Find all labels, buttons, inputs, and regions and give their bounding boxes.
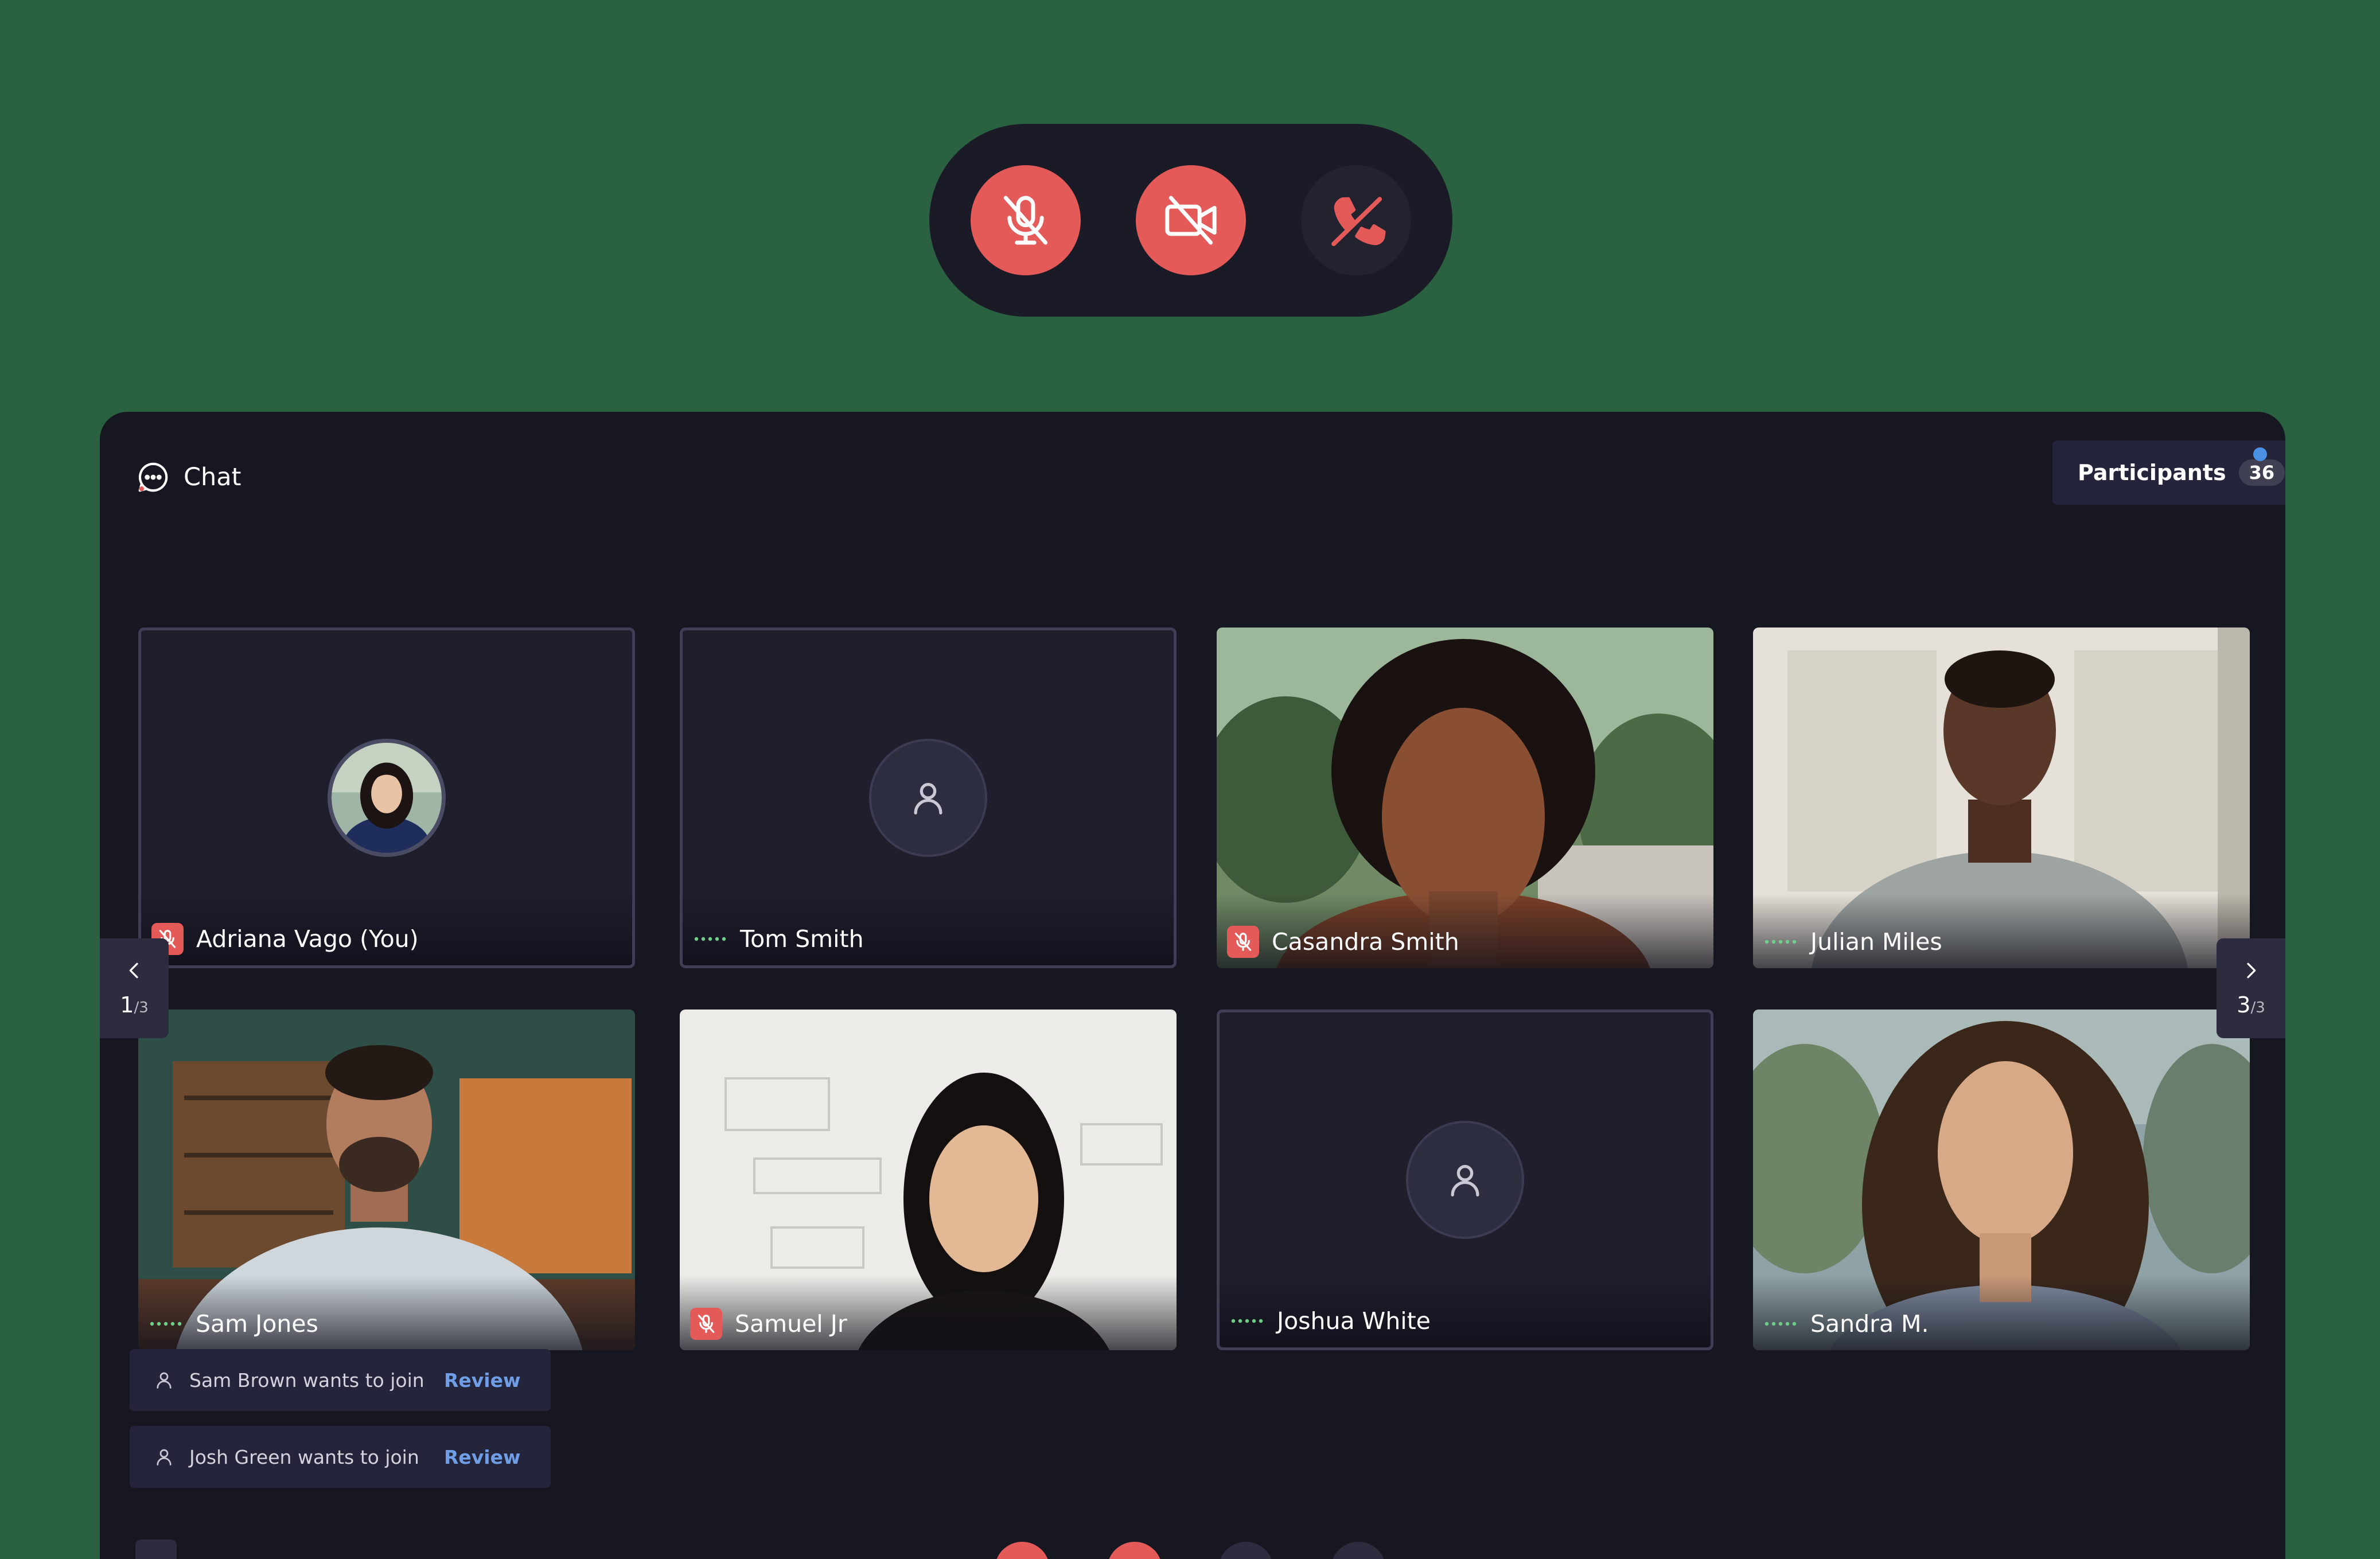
review-button[interactable]: Review: [444, 1446, 520, 1468]
user-icon: [1451, 1165, 1479, 1196]
chevron-left-icon: [129, 962, 138, 979]
audio-dots-icon: [1231, 1319, 1263, 1323]
notification-dot: [2253, 447, 2267, 461]
hang-up-button[interactable]: [1301, 165, 1411, 275]
tile-name-row: Casandra Smith: [1227, 926, 1459, 958]
bottom-control-button[interactable]: [1218, 1542, 1273, 1559]
video-off-icon: [1165, 196, 1217, 245]
bottom-left-control[interactable]: [135, 1539, 177, 1559]
participants-label: Participants: [2078, 460, 2226, 485]
participants-count-badge: 36: [2238, 459, 2285, 486]
participant-name: Sandra M.: [1810, 1310, 1929, 1338]
audio-level-indicator: [149, 1308, 183, 1340]
join-request-text: Sam Brown wants to join: [189, 1369, 424, 1392]
avatar-placeholder: [1406, 1121, 1524, 1239]
tile-name-row: Joshua White: [1230, 1305, 1431, 1337]
participant-name: Samuel Jr: [735, 1310, 847, 1338]
participant-name: Tom Smith: [740, 925, 864, 953]
page-total: /3: [2250, 999, 2265, 1016]
join-request-text: Josh Green wants to join: [189, 1445, 419, 1468]
avatar-photo: [332, 743, 442, 853]
participant-name: Julian Miles: [1810, 928, 1942, 956]
camera-button[interactable]: [1136, 165, 1246, 275]
participant-tile[interactable]: Joshua White: [1217, 1010, 1713, 1350]
meeting-window: Chat Participants 36 Adriana Vago (You) …: [100, 412, 2285, 1559]
tile-name-row: Sandra M.: [1763, 1308, 1929, 1340]
mic-off-icon: [1003, 196, 1048, 245]
chat-bubble-icon: [138, 462, 168, 492]
page-total: /3: [134, 999, 149, 1016]
tile-name-row: Julian Miles: [1763, 926, 1942, 958]
mic-off-icon: [698, 1315, 715, 1333]
audio-dots-icon: [150, 1322, 182, 1326]
chevron-right-icon: [2247, 962, 2256, 979]
audio-dots-icon: [1764, 1322, 1797, 1326]
page-current: 1: [120, 992, 134, 1018]
page-current: 3: [2237, 992, 2251, 1018]
participant-tile[interactable]: Sandra M.: [1753, 1010, 2250, 1350]
chat-button[interactable]: Chat: [135, 450, 241, 505]
participant-name: Sam Jones: [196, 1310, 318, 1338]
user-icon: [157, 1449, 172, 1466]
next-page-button[interactable]: 3/3: [2217, 938, 2285, 1038]
previous-page-button[interactable]: 1/3: [100, 938, 169, 1038]
call-controls-bar: [929, 124, 1452, 317]
page-indicator: 1/3: [120, 992, 149, 1018]
muted-badge: [690, 1308, 722, 1340]
audio-level-indicator: [693, 923, 727, 955]
user-icon: [157, 1372, 172, 1389]
phone-off-icon: [1331, 197, 1386, 247]
audio-dots-icon: [694, 937, 726, 941]
participant-tile[interactable]: Julian Miles: [1753, 628, 2250, 968]
participant-tile[interactable]: Casandra Smith: [1217, 628, 1713, 968]
participant-tile[interactable]: Adriana Vago (You): [138, 628, 635, 968]
tile-name-row: Samuel Jr: [690, 1308, 847, 1340]
mic-off-icon: [1234, 933, 1252, 951]
bottom-control-button[interactable]: [1331, 1542, 1386, 1559]
bottom-mute-button[interactable]: [995, 1542, 1050, 1559]
join-request: Sam Brown wants to join Review: [130, 1349, 551, 1411]
mute-button[interactable]: [971, 165, 1081, 275]
bottom-camera-button[interactable]: [1107, 1542, 1162, 1559]
participant-name: Casandra Smith: [1272, 928, 1459, 956]
participant-tile[interactable]: Samuel Jr: [680, 1010, 1177, 1350]
audio-level-indicator: [1763, 926, 1798, 958]
audio-level-indicator: [1763, 1308, 1798, 1340]
tile-name-row: Adriana Vago (You): [151, 923, 419, 955]
audio-dots-icon: [1764, 940, 1797, 944]
avatar: [328, 739, 446, 857]
muted-badge: [1227, 926, 1259, 958]
tile-name-row: Sam Jones: [149, 1308, 318, 1340]
avatar-placeholder: [869, 739, 987, 857]
participant-tile[interactable]: Sam Jones: [138, 1010, 635, 1350]
participant-name: Adriana Vago (You): [196, 925, 419, 953]
audio-level-indicator: [1230, 1305, 1264, 1337]
page-indicator: 3/3: [2237, 992, 2265, 1018]
user-icon: [914, 783, 942, 814]
chat-label: Chat: [184, 463, 241, 492]
participant-name: Joshua White: [1277, 1307, 1431, 1335]
review-button[interactable]: Review: [444, 1369, 520, 1392]
join-request: Josh Green wants to join Review: [130, 1426, 551, 1488]
participant-tile[interactable]: Tom Smith: [680, 628, 1177, 968]
tile-name-row: Tom Smith: [693, 923, 864, 955]
participants-button[interactable]: Participants 36: [2052, 441, 2285, 505]
